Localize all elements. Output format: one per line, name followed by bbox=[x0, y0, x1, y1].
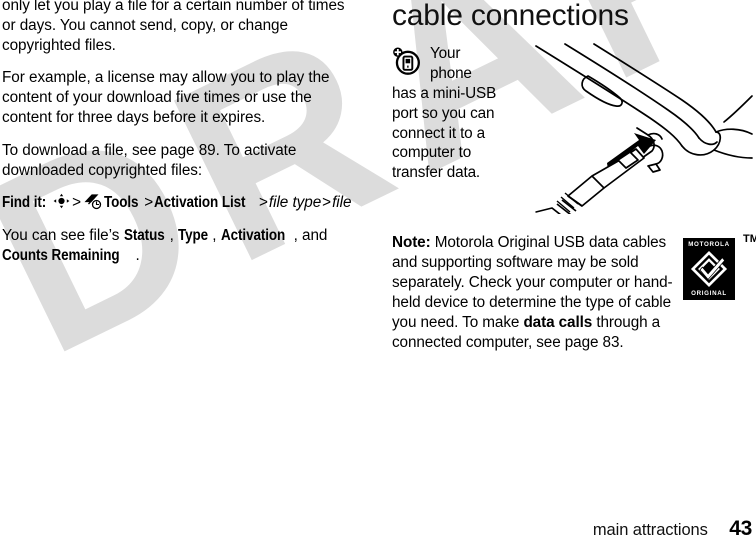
motorola-original-badge: MOTOROLA ORIGINAL bbox=[683, 238, 735, 300]
find-it-separator-2: > bbox=[144, 194, 154, 212]
page-title: cable connections bbox=[392, 0, 629, 32]
find-it-separator-4: > bbox=[322, 194, 332, 212]
phone-tip-block: Your phone has a mini-USB port so you can … bbox=[392, 44, 524, 183]
phone-tip-rest: has a mini-USB port so you can connect i… bbox=[392, 84, 497, 182]
tools-icon bbox=[84, 193, 103, 210]
comma-2: , bbox=[212, 227, 221, 245]
paragraph-drm-limits: only let you play a file for a certain n… bbox=[2, 0, 345, 54]
file-property-activation: Activation bbox=[220, 227, 285, 245]
find-it-separator-3: > bbox=[259, 194, 268, 212]
find-it-step-tools: Tools bbox=[104, 194, 139, 212]
trademark-symbol: TM bbox=[743, 233, 756, 245]
paragraph-license-example: For example, a license may allow you to … bbox=[2, 69, 330, 126]
phone-tip-icon bbox=[392, 46, 422, 76]
file-properties-prefix: You can see file’s bbox=[2, 227, 124, 245]
usb-note-paragraph: Note: Motorola Original USB data cables … bbox=[392, 233, 686, 352]
paragraph-download-instructions: To download a file, see page 89. To acti… bbox=[2, 141, 297, 179]
motorola-checkmark-diamond-icon bbox=[690, 250, 728, 288]
usb-note-label: Note: bbox=[392, 234, 431, 252]
badge-word-original: ORIGINAL bbox=[691, 290, 727, 297]
file-property-type: Type bbox=[178, 227, 209, 245]
usb-note-emphasis: data calls bbox=[523, 313, 593, 331]
manual-page: only let you play a file for a certain n… bbox=[0, 0, 756, 547]
page-footer: main attractions 43 bbox=[0, 517, 752, 541]
file-properties-suffix: . bbox=[135, 246, 140, 264]
find-it-label: Find it: bbox=[2, 194, 47, 212]
nav-key-icon bbox=[53, 193, 70, 209]
badge-word-motorola: MOTOROLA bbox=[688, 241, 730, 248]
find-it-separator-1: > bbox=[72, 194, 82, 212]
file-properties-note: You can see file’s Status, Type, Activat… bbox=[2, 226, 362, 266]
comma-1: , bbox=[169, 227, 179, 245]
file-properties-conjunction: , and bbox=[293, 227, 328, 245]
footer-page-number: 43 bbox=[729, 517, 752, 540]
find-it-line: Find it: > Tools >Activation List >file ty… bbox=[2, 193, 362, 213]
find-it-step-file-type: file type bbox=[268, 194, 322, 212]
find-it-step-file: file bbox=[332, 194, 352, 212]
file-property-status: Status bbox=[123, 227, 165, 245]
file-property-counts-remaining: Counts Remaining bbox=[2, 246, 120, 264]
footer-section-name: main attractions bbox=[592, 521, 708, 539]
left-column: only let you play a file for a certain n… bbox=[2, 0, 362, 266]
phone-mini-usb-cable-illustration bbox=[508, 36, 756, 227]
find-it-step-activation-list: Activation List bbox=[154, 194, 246, 212]
motorola-original-badge-wrapper: MOTOROLA ORIGINAL TM bbox=[683, 233, 756, 300]
